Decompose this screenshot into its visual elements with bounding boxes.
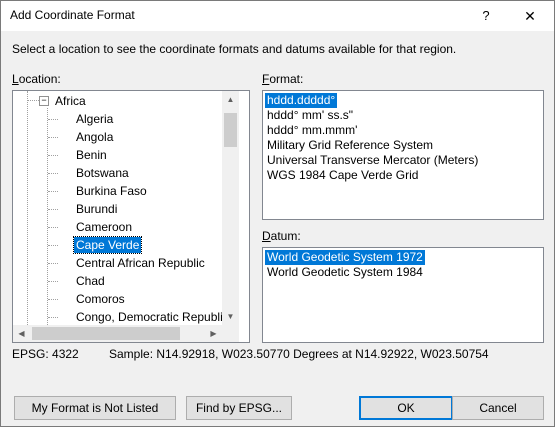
format-list-item[interactable]: WGS 1984 Cape Verde Grid (265, 168, 420, 183)
my-format-not-listed-button[interactable]: My Format is Not Listed (14, 396, 176, 420)
format-list-item[interactable]: Universal Transverse Mercator (Meters) (265, 153, 480, 168)
scrollbar-corner (222, 325, 239, 342)
format-list-item[interactable]: hddd.ddddd° (265, 93, 338, 108)
format-list[interactable]: hddd.ddddd° hddd° mm' ss.s" hddd° mm.mmm' M… (262, 90, 544, 220)
tree-line (48, 155, 58, 156)
tree-line (48, 227, 58, 228)
tree-item-location[interactable]: Comoros (76, 291, 125, 307)
tree-item-location[interactable]: Angola (76, 129, 113, 145)
datum-list-item[interactable]: World Geodetic System 1984 (265, 265, 425, 280)
tree-item-location[interactable]: Chad (76, 273, 105, 289)
tree-line (48, 299, 58, 300)
tree-item-location[interactable]: Cameroon (76, 219, 132, 235)
format-list-item[interactable]: hddd° mm' ss.s" (265, 108, 355, 123)
add-coordinate-format-dialog: Add Coordinate Format ? ✕ Select a locat… (0, 0, 555, 427)
tree-line (48, 119, 58, 120)
tree-item-location[interactable]: Burkina Faso (76, 183, 147, 199)
tree-item-location[interactable]: Algeria (76, 111, 113, 127)
help-button[interactable]: ? (463, 1, 509, 31)
format-label: Format: (262, 72, 304, 86)
tree-line (27, 91, 28, 325)
tree-line (48, 245, 58, 246)
scroll-left-icon[interactable]: ◀ (13, 325, 30, 342)
tree-line (48, 281, 58, 282)
tree-item-location[interactable]: Cape Verde (72, 236, 143, 254)
sample-coordinates: Sample: N14.92918, W023.50770 Degrees at… (109, 347, 489, 361)
tree-line (48, 263, 58, 264)
location-label: Location: (12, 72, 61, 86)
tree-line (47, 108, 48, 325)
tree-line (48, 317, 58, 318)
tree-item-africa[interactable]: Africa (55, 93, 86, 109)
find-by-epsg-button[interactable]: Find by EPSG... (186, 396, 292, 420)
format-list-item[interactable]: Military Grid Reference System (265, 138, 435, 153)
tree-horizontal-scrollbar[interactable]: ◀ ▶ (13, 325, 222, 342)
tree-item-location[interactable]: Burundi (76, 201, 117, 217)
tree-item-location[interactable]: Botswana (76, 165, 129, 181)
epsg-code: EPSG: 4322 (12, 347, 79, 361)
datum-list[interactable]: World Geodetic System 1972 World Geodetic… (262, 247, 544, 343)
collapse-icon[interactable]: − (39, 96, 49, 106)
tree-vertical-scrollbar[interactable]: ▲ ▼ (222, 91, 239, 325)
scroll-thumb[interactable] (32, 327, 180, 340)
close-button[interactable]: ✕ (507, 1, 553, 31)
ok-button[interactable]: OK (359, 396, 453, 420)
datum-list-item[interactable]: World Geodetic System 1972 (265, 250, 425, 265)
scroll-thumb[interactable] (224, 113, 237, 147)
window-title: Add Coordinate Format (10, 8, 135, 22)
format-list-item[interactable]: hddd° mm.mmm' (265, 123, 359, 138)
cancel-button[interactable]: Cancel (452, 396, 544, 420)
tree-line (48, 173, 58, 174)
instruction-text: Select a location to see the coordinate … (12, 42, 457, 56)
tree-line (48, 137, 58, 138)
title-bar: Add Coordinate Format ? ✕ (1, 1, 554, 31)
scroll-down-icon[interactable]: ▼ (222, 308, 239, 325)
tree-line (48, 209, 58, 210)
scroll-right-icon[interactable]: ▶ (205, 325, 222, 342)
tree-item-location[interactable]: Congo, Democratic Republi (76, 309, 223, 325)
tree-line (48, 191, 58, 192)
location-tree[interactable]: − Africa Algeria Angola Benin Botswana Burki… (12, 90, 250, 343)
datum-label: Datum: (262, 229, 301, 243)
tree-item-location[interactable]: Central African Republic (76, 255, 205, 271)
scroll-up-icon[interactable]: ▲ (222, 91, 239, 108)
tree-item-location[interactable]: Benin (76, 147, 107, 163)
